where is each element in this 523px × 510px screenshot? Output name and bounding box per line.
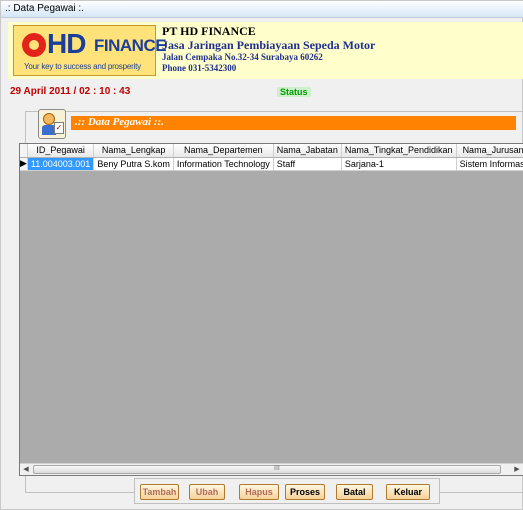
button-bar: Tambah Ubah Hapus Proses Batal Keluar [134, 478, 440, 504]
employee-icon: ✓ [38, 109, 66, 139]
scrollbar-grip: III [274, 465, 280, 472]
table-header-row: ID_Pegawai Nama_Lengkap Nama_Departemen … [20, 144, 523, 158]
cell-nama-jurusan[interactable]: Sistem Informasi [456, 157, 523, 171]
title-bar[interactable]: .: Data Pegawai :. [1, 1, 523, 18]
status-row: 29 April 2011 / 02 : 10 : 43 Status [8, 86, 523, 98]
scroll-right-icon[interactable]: ▶ [511, 464, 523, 475]
logo-finance-text: FINANCE [94, 36, 167, 55]
column-header-nama-lengkap[interactable]: Nama_Lengkap [93, 144, 174, 158]
company-header: HD FINANCE Your key to success and prosp… [8, 22, 523, 79]
column-header-nama-departemen[interactable]: Nama_Departemen [173, 144, 274, 158]
table-row[interactable]: ▶ 11.004003.001 Beny Putra S.kom Informa… [20, 157, 523, 171]
column-header-nama-jurusan[interactable]: Nama_Jurusan [456, 144, 523, 158]
column-header-nama-jabatan[interactable]: Nama_Jabatan [273, 144, 342, 158]
cell-id-pegawai[interactable]: 11.004003.001 [27, 157, 95, 171]
ubah-button[interactable]: Ubah [189, 484, 225, 500]
cell-nama-lengkap[interactable]: Beny Putra S.kom [93, 157, 174, 171]
panel-title-bar: .:: Data Pegawai ::. [71, 116, 516, 130]
checklist-icon: ✓ [54, 122, 64, 134]
company-logo: HD FINANCE Your key to success and prosp… [13, 25, 167, 76]
scrollbar-thumb[interactable]: III [33, 465, 501, 474]
cell-nama-departemen[interactable]: Information Technology [173, 157, 274, 171]
hapus-button[interactable]: Hapus [239, 484, 279, 500]
logo-tagline: Your key to success and prosperity [24, 62, 141, 71]
employee-table: ID_Pegawai Nama_Lengkap Nama_Departemen … [20, 144, 523, 171]
status-label: Status [277, 87, 311, 97]
logo-hd-text: HD [47, 28, 86, 59]
cell-nama-jabatan[interactable]: Staff [273, 157, 342, 171]
employee-grid[interactable]: ID_Pegawai Nama_Lengkap Nama_Departemen … [19, 143, 523, 476]
scroll-left-icon[interactable]: ◀ [20, 464, 32, 475]
app-window: .: Data Pegawai :. HD FINANCE Your key t… [0, 0, 523, 510]
company-description: Jasa Jaringan Pembiayaan Sepeda Motor [162, 38, 376, 52]
row-indicator-icon[interactable]: ▶ [20, 157, 28, 171]
company-name: PT HD FINANCE [162, 24, 256, 38]
cell-nama-tingkat-pendidikan[interactable]: Sarjana-1 [341, 157, 457, 171]
panel-title: .:: Data Pegawai ::. [75, 116, 164, 128]
company-info: PT HD FINANCE Jasa Jaringan Pembiayaan S… [162, 24, 375, 74]
row-header-corner [20, 144, 28, 158]
datetime-label: 29 April 2011 / 02 : 10 : 43 [10, 86, 131, 97]
company-phone: Phone 031-5342300 [162, 63, 237, 73]
batal-button[interactable]: Batal [336, 484, 373, 500]
horizontal-scrollbar[interactable]: ◀ III ▶ [20, 463, 523, 475]
company-address: Jalan Cempaka No.32-34 Surabaya 60262 [162, 52, 323, 62]
logo-circle-icon [22, 33, 46, 57]
tambah-button[interactable]: Tambah [140, 484, 179, 500]
proses-button[interactable]: Proses [285, 484, 325, 500]
window-title: .: Data Pegawai :. [5, 3, 84, 14]
column-header-nama-tingkat-pendidikan[interactable]: Nama_Tingkat_Pendidikan [341, 144, 457, 158]
column-header-id-pegawai[interactable]: ID_Pegawai [27, 144, 95, 158]
keluar-button[interactable]: Keluar [386, 484, 430, 500]
